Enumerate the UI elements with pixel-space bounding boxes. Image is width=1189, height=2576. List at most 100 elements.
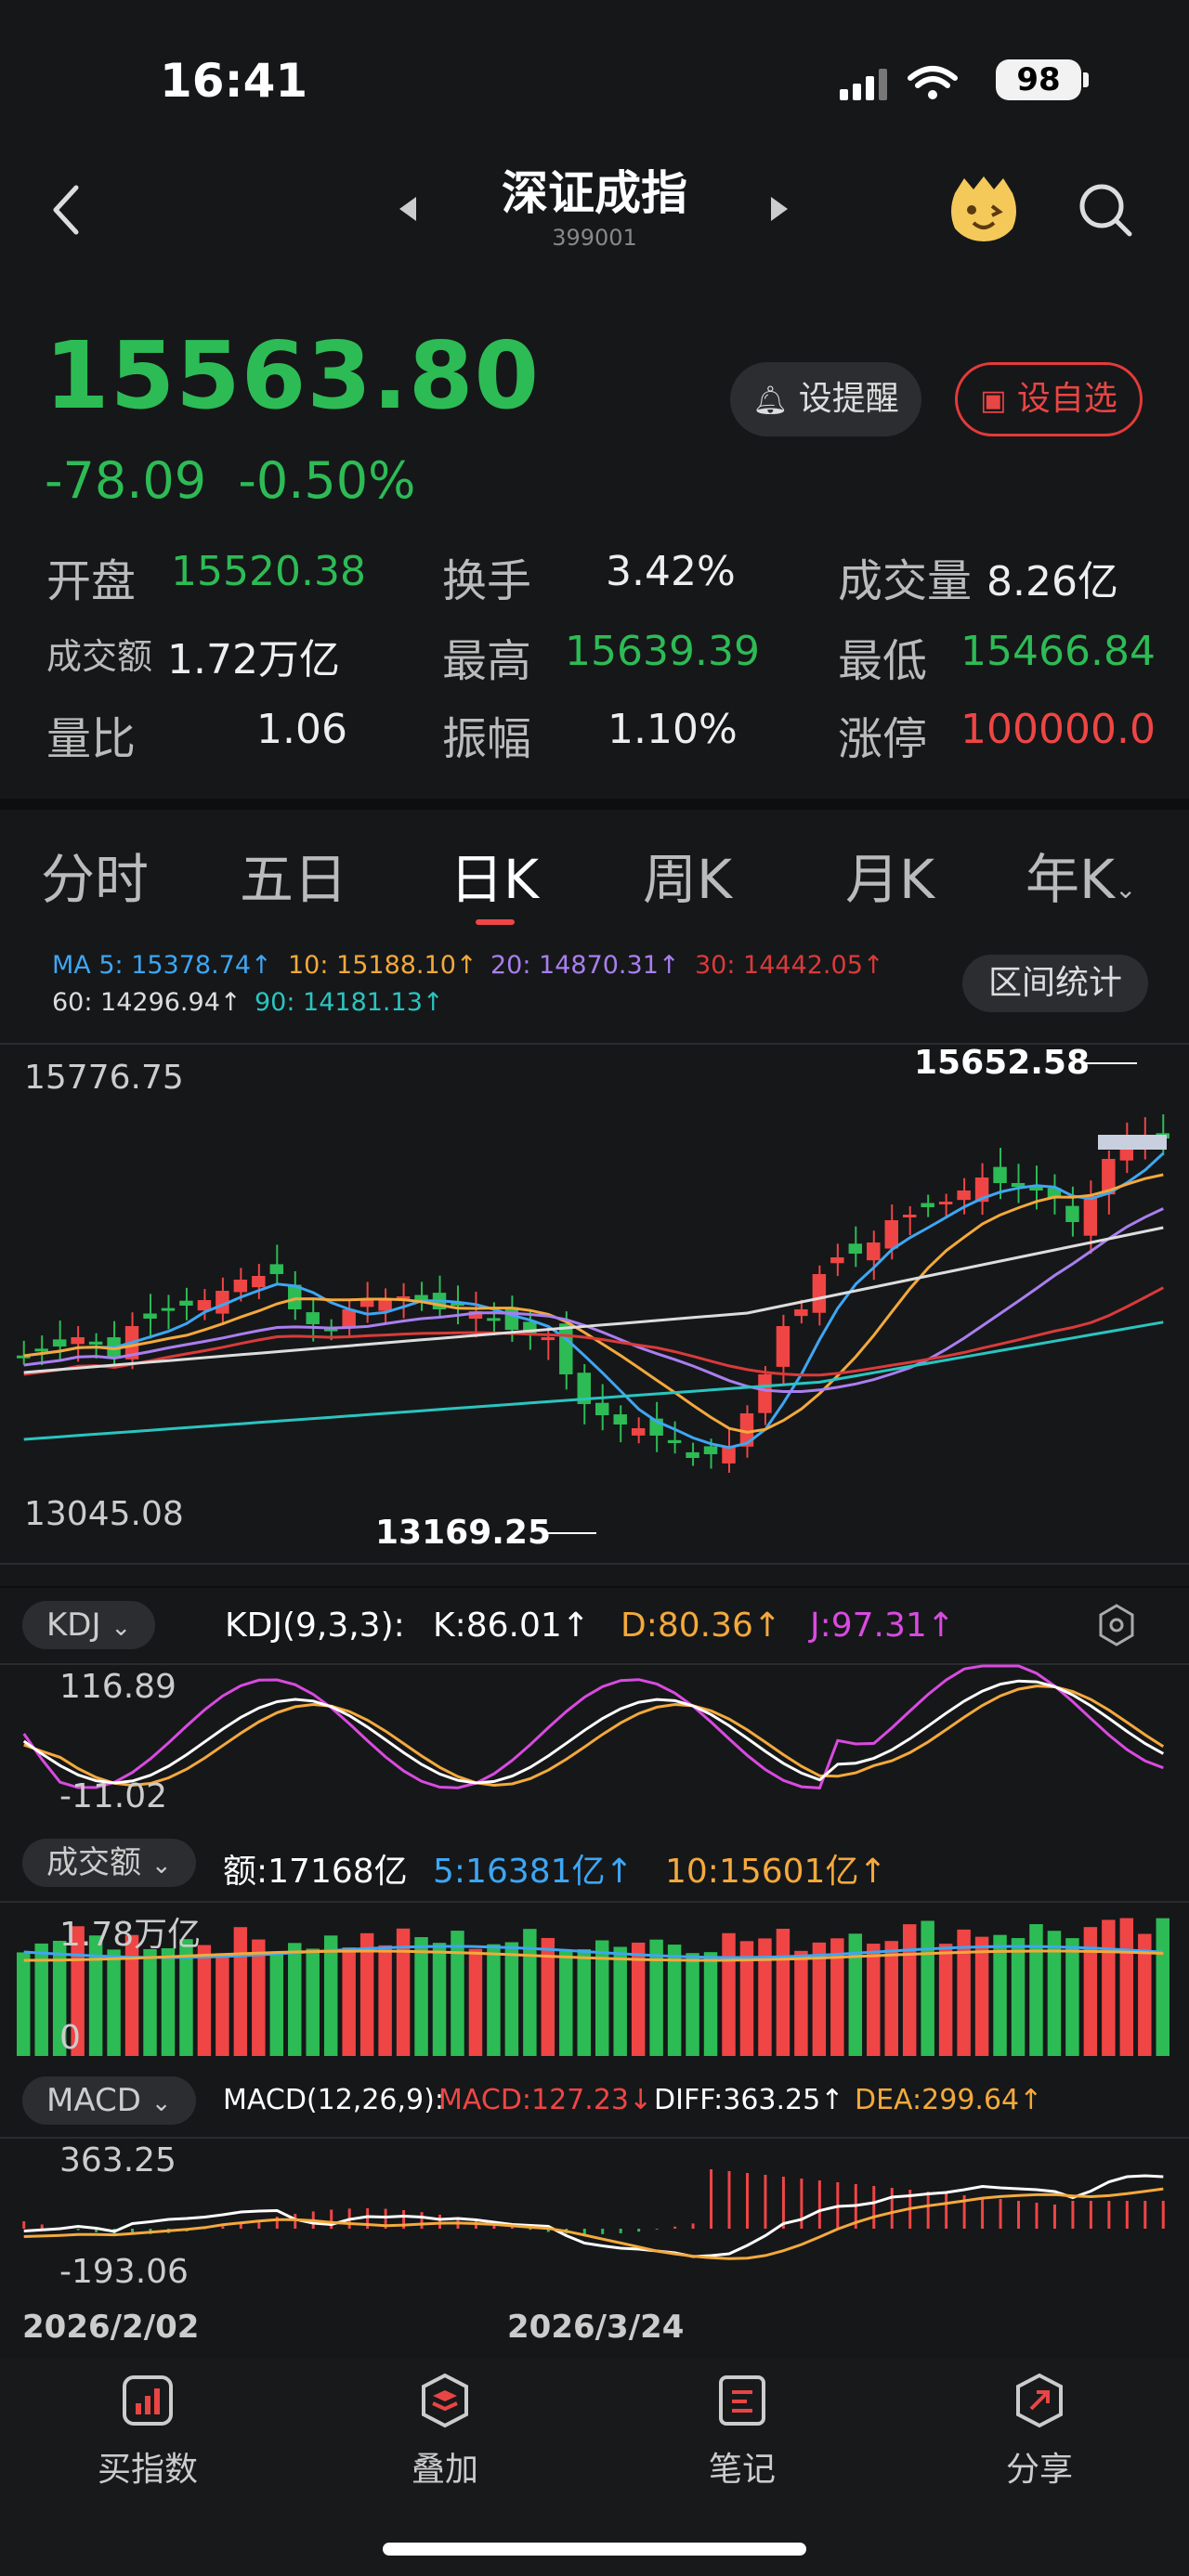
ma10-line [23,1173,1164,1434]
candle-body [848,1243,863,1254]
candle-body [722,1447,736,1464]
amount-bar [107,1949,121,2056]
stat-label: 振幅 [442,713,532,765]
macd-params: MACD(12,26,9): [223,2084,444,2116]
macd-selector[interactable]: MACD ⌄ [22,2076,196,2125]
chevron-down-icon: ⌄ [111,1614,132,1642]
ma60-legend: 60: 14296.94↑ [52,988,242,1017]
bottom-nav-notes[interactable]: 笔记 [649,2442,835,2491]
candle-body [88,1341,103,1345]
kdj-selector-label: KDJ [46,1607,101,1644]
candle-body [667,1439,682,1443]
kline-y-bottom: 13045.08 [24,1495,184,1533]
amount-bar [703,1952,718,2056]
amount-bar [451,1931,464,2056]
amount-bar [233,1927,248,2056]
macd-value: MACD:127.23↓ [438,2084,653,2116]
overlay-icon[interactable] [414,2370,476,2431]
candle-body [306,1312,320,1324]
amount-bar [1011,1938,1026,2056]
bottom-nav-overlay[interactable]: 叠加 [352,2442,538,2491]
back-icon[interactable] [48,182,85,238]
tab-weekly-k[interactable]: 周K [643,836,732,914]
ma30-legend: 30: 14442.05↑ [695,951,884,980]
ma10-legend: 10: 15188.10↑ [288,951,477,980]
amount-bar [17,1952,31,2056]
amount-bar [504,1942,519,2056]
high-marker-line [1081,1062,1137,1064]
tab-five-day[interactable]: 五日 [240,836,347,914]
candle-body [884,1220,898,1249]
chevron-down-icon: ⌄ [150,1852,172,1880]
chevron-down-icon: ⌄ [150,2089,172,2117]
amount-ma5: 5:16381亿↑ [433,1853,634,1891]
section-divider [0,799,1189,810]
macd-y-top: 363.25 [59,2141,176,2179]
current-price: 15563.80 [45,321,541,430]
kline-y-top: 15776.75 [24,1059,184,1097]
amount-bar [269,1952,284,2056]
kdj-chart[interactable] [0,1662,1189,1820]
amount-bar [722,1932,736,2056]
bottom-nav-buy-index[interactable]: 买指数 [55,2442,241,2491]
tab-yearly-k-label: 年K [1026,848,1116,911]
index-code: 399001 [552,225,637,251]
macd-diff-line [23,2174,1164,2258]
tab-yearly-k[interactable]: 年K⌄ [1026,836,1137,914]
kdj-selector[interactable]: KDJ ⌄ [22,1601,156,1649]
candle-body [703,1446,718,1454]
amount-bar [921,1920,934,2056]
ma90-legend: 90: 14181.13↑ [255,988,444,1017]
amount-bar [884,1941,898,2056]
candle-body [1065,1205,1079,1222]
add-watchlist-button[interactable]: ▣ 设自选 [955,362,1143,436]
amount-bar [559,1951,573,2056]
amount-bar [378,1945,392,2056]
battery-nub [1083,72,1089,87]
home-indicator [383,2543,806,2556]
tab-daily-k[interactable]: 日K [450,836,539,914]
amount-bar [306,1948,320,2056]
stat-value: 15466.84 [960,628,1156,675]
low-marker-line [542,1532,596,1534]
amount-selector[interactable]: 成交额 ⌄ [22,1839,196,1887]
mascot-icon[interactable] [946,175,1022,243]
settings-icon[interactable] [1096,1603,1137,1647]
stat-value: 15520.38 [171,548,366,595]
page-title: 深证成指 [502,166,687,220]
stat-label: 涨停 [838,713,928,765]
candle-body [1083,1196,1098,1236]
notes-icon[interactable] [712,2370,773,2431]
candle-body [269,1264,284,1274]
amount-value: 额:17168亿 [223,1853,408,1891]
stat-value: 8.26亿 [986,558,1118,605]
candle-body [34,1348,48,1352]
amount-bar [468,1948,483,2056]
candle-body [686,1451,699,1458]
kdj-d: D:80.36↑ [621,1607,782,1645]
set-alert-button[interactable]: 🔔︎ 设提醒 [730,362,921,436]
bottom-nav-share[interactable]: 分享 [947,2442,1132,2491]
candle-body [830,1257,844,1264]
search-icon[interactable] [1078,182,1133,238]
amount-bar [993,1934,1007,2056]
amount-bar [974,1936,989,2056]
share-icon[interactable] [1009,2370,1070,2431]
buy-index-icon[interactable] [117,2370,178,2431]
stat-value: 1.72万亿 [167,636,340,683]
change-percent: -0.50% [238,451,416,510]
stat-label: 量比 [46,713,137,765]
watchlist-icon: ▣ [980,384,1007,417]
stat-value: 100000.0 [960,706,1156,753]
next-index-icon[interactable] [767,195,791,223]
amount-bar [252,1939,266,2056]
candle-body [252,1276,266,1288]
amount-bar [794,1950,808,2056]
stat-label: 开盘 [46,555,137,607]
tab-monthly-k[interactable]: 月K [845,836,934,914]
range-stats-button[interactable]: 区间统计 [962,955,1148,1012]
ma5-line [23,1151,1165,1450]
candle-body [233,1280,248,1293]
amount-bar [487,1944,501,2056]
tab-intraday[interactable]: 分时 [41,836,149,914]
